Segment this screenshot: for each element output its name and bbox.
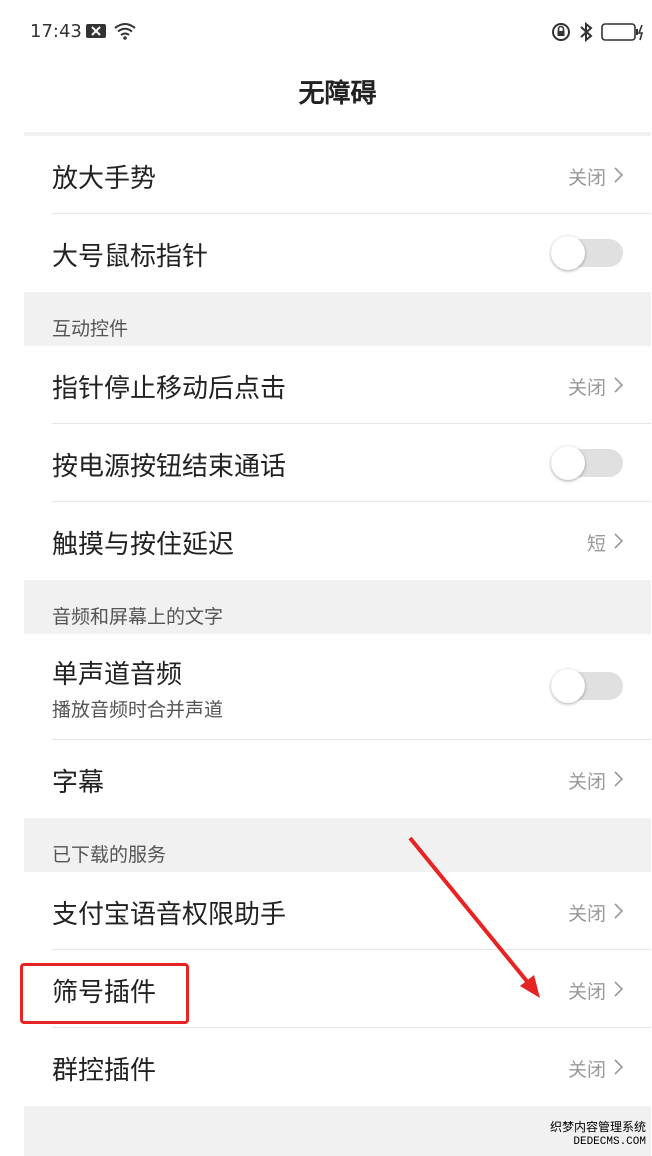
watermark-title: 织梦内容管理系统 xyxy=(549,1120,646,1134)
watermark-domain: DEDECMS.COM xyxy=(573,1136,646,1148)
watermark: 织梦内容管理系统 DEDECMS.COM xyxy=(550,1120,646,1150)
annotation-arrow xyxy=(408,836,540,998)
